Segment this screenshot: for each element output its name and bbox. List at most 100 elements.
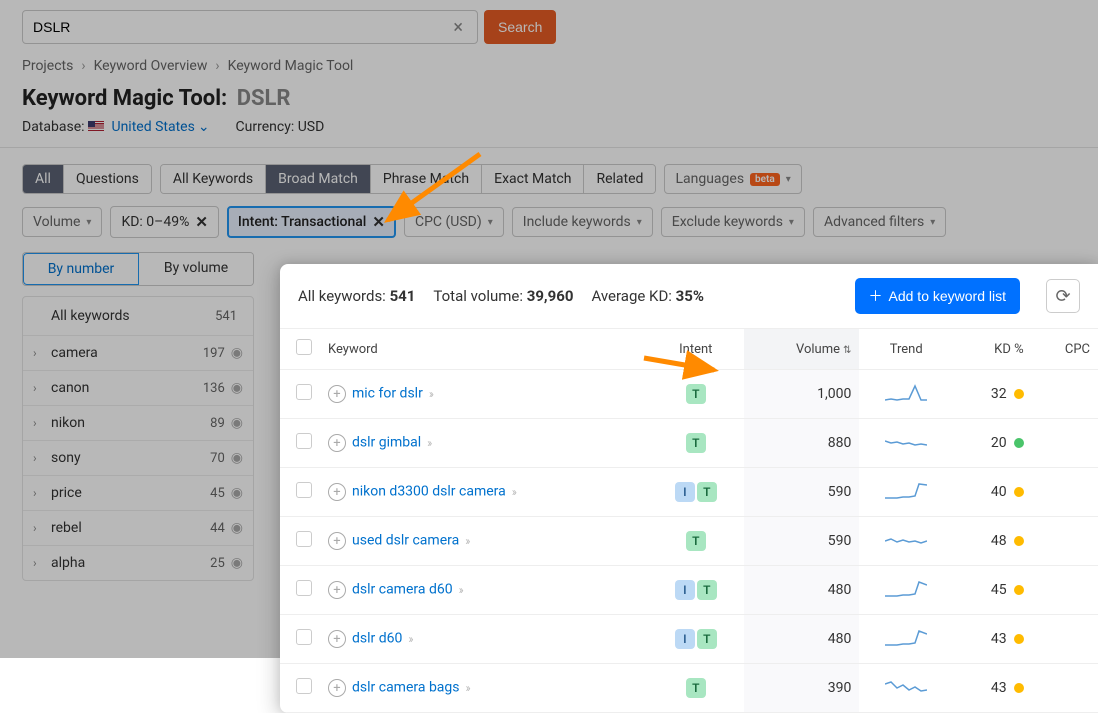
keyword-cell[interactable]: +mic for dslr››	[320, 370, 647, 419]
col-kd[interactable]: KD %	[953, 329, 1032, 370]
eye-icon[interactable]: ◉	[231, 345, 243, 361]
add-keyword-icon[interactable]: +	[328, 581, 346, 599]
volume-filter[interactable]: Volume▾	[22, 207, 102, 237]
sidebar-item-rebel[interactable]: ›rebel44◉	[23, 511, 253, 546]
volume-cell: 480	[744, 566, 859, 615]
table-row: +dslr gimbal›› T 880 20	[280, 419, 1098, 468]
trend-cell	[859, 566, 953, 615]
tab-all-keywords[interactable]: All Keywords	[161, 165, 266, 193]
select-all-checkbox[interactable]	[296, 339, 312, 355]
add-to-keyword-list-button[interactable]: ＋Add to keyword list	[855, 278, 1021, 314]
eye-icon[interactable]: ◉	[231, 415, 243, 431]
kd-difficulty-dot	[1014, 585, 1024, 595]
sidebar-item-camera[interactable]: ›camera197◉	[23, 336, 253, 371]
sidebar-item-alpha[interactable]: ›alpha25◉	[23, 546, 253, 580]
volume-cell: 590	[744, 517, 859, 566]
eye-icon[interactable]: ◉	[231, 485, 243, 501]
expand-icon[interactable]: ››	[408, 632, 411, 646]
trend-cell	[859, 664, 953, 713]
chevron-right-icon: ›	[33, 451, 43, 465]
row-checkbox[interactable]	[296, 580, 312, 596]
intent-cell: T	[647, 664, 744, 713]
intent-badge-t: T	[686, 531, 706, 551]
sidebar-item-all[interactable]: ›All keywords541	[23, 297, 253, 336]
close-icon[interactable]: ✕	[195, 213, 208, 231]
search-input[interactable]	[33, 19, 449, 35]
intent-badge-i: I	[675, 629, 695, 649]
crumb-projects[interactable]: Projects	[22, 58, 73, 74]
expand-icon[interactable]: ››	[512, 485, 515, 499]
include-keywords-filter[interactable]: Include keywords▾	[512, 207, 653, 237]
eye-icon[interactable]: ◉	[231, 520, 243, 536]
add-keyword-icon[interactable]: +	[328, 385, 346, 403]
col-keyword[interactable]: Keyword	[320, 329, 647, 370]
exclude-keywords-filter[interactable]: Exclude keywords▾	[661, 207, 805, 237]
row-checkbox[interactable]	[296, 433, 312, 449]
row-checkbox[interactable]	[296, 531, 312, 547]
sidebar-item-canon[interactable]: ›canon136◉	[23, 371, 253, 406]
row-checkbox[interactable]	[296, 678, 312, 694]
chevron-down-icon: ▾	[786, 174, 791, 185]
expand-icon[interactable]: ››	[429, 387, 432, 401]
expand-icon[interactable]: ››	[465, 534, 468, 548]
beta-badge: beta	[750, 173, 780, 186]
row-checkbox[interactable]	[296, 629, 312, 645]
database-selector[interactable]: Database: United States⌄	[22, 119, 210, 135]
languages-dropdown[interactable]: Languages beta ▾	[664, 164, 801, 194]
col-volume[interactable]: Volume⇅	[744, 329, 859, 370]
kd-filter[interactable]: KD: 0–49%✕	[110, 206, 218, 238]
kd-cell: 32	[953, 370, 1032, 419]
keyword-cell[interactable]: +nikon d3300 dslr camera››	[320, 468, 647, 517]
tab-related[interactable]: Related	[584, 165, 655, 193]
sidebar-item-price[interactable]: ›price45◉	[23, 476, 253, 511]
keyword-cell[interactable]: +dslr gimbal››	[320, 419, 647, 468]
intent-filter[interactable]: Intent: Transactional✕	[227, 206, 396, 238]
cpc-cell	[1032, 664, 1098, 713]
cpc-cell	[1032, 468, 1098, 517]
tab-phrase-match[interactable]: Phrase Match	[371, 165, 482, 193]
expand-icon[interactable]: ››	[427, 436, 430, 450]
add-keyword-icon[interactable]: +	[328, 532, 346, 550]
tab-by-volume[interactable]: By volume	[139, 253, 253, 285]
keyword-cell[interactable]: +dslr camera d60››	[320, 566, 647, 615]
close-icon[interactable]: ✕	[372, 213, 385, 231]
eye-icon[interactable]: ◉	[231, 380, 243, 396]
chevron-right-icon: ›	[33, 521, 43, 535]
chevron-down-icon: ▾	[86, 217, 91, 228]
tab-questions[interactable]: Questions	[64, 165, 151, 193]
breadcrumb: Projects › Keyword Overview › Keyword Ma…	[0, 52, 1098, 80]
chevron-right-icon: ›	[215, 58, 219, 74]
advanced-filters[interactable]: Advanced filters▾	[813, 207, 946, 237]
search-box[interactable]: ×	[22, 10, 478, 44]
clear-icon[interactable]: ×	[449, 17, 467, 38]
eye-icon[interactable]: ◉	[231, 450, 243, 466]
export-button[interactable]: ⟳	[1046, 279, 1080, 313]
chevron-down-icon: ▾	[789, 217, 794, 228]
row-checkbox[interactable]	[296, 384, 312, 400]
keyword-cell[interactable]: +used dslr camera››	[320, 517, 647, 566]
chevron-down-icon: ⌄	[198, 119, 210, 135]
add-keyword-icon[interactable]: +	[328, 630, 346, 648]
sidebar-item-nikon[interactable]: ›nikon89◉	[23, 406, 253, 441]
tab-broad-match[interactable]: Broad Match	[266, 165, 371, 193]
crumb-overview[interactable]: Keyword Overview	[94, 58, 208, 74]
add-keyword-icon[interactable]: +	[328, 434, 346, 452]
chevron-down-icon: ▾	[488, 217, 493, 228]
tab-exact-match[interactable]: Exact Match	[482, 165, 584, 193]
col-cpc[interactable]: CPC	[1032, 329, 1098, 370]
keyword-cell[interactable]: +dslr camera bags››	[320, 664, 647, 713]
cpc-filter[interactable]: CPC (USD)▾	[404, 207, 504, 237]
search-button[interactable]: Search	[484, 10, 556, 44]
tab-by-number[interactable]: By number	[23, 253, 139, 285]
add-keyword-icon[interactable]: +	[328, 679, 346, 697]
keyword-cell[interactable]: +dslr d60››	[320, 615, 647, 664]
row-checkbox[interactable]	[296, 482, 312, 498]
add-keyword-icon[interactable]: +	[328, 483, 346, 501]
eye-icon[interactable]: ◉	[231, 555, 243, 571]
expand-icon[interactable]: ››	[459, 583, 462, 597]
expand-icon[interactable]: ››	[466, 681, 469, 695]
tab-all[interactable]: All	[23, 165, 64, 193]
col-intent[interactable]: Intent	[647, 329, 744, 370]
sidebar-item-sony[interactable]: ›sony70◉	[23, 441, 253, 476]
col-trend[interactable]: Trend	[859, 329, 953, 370]
